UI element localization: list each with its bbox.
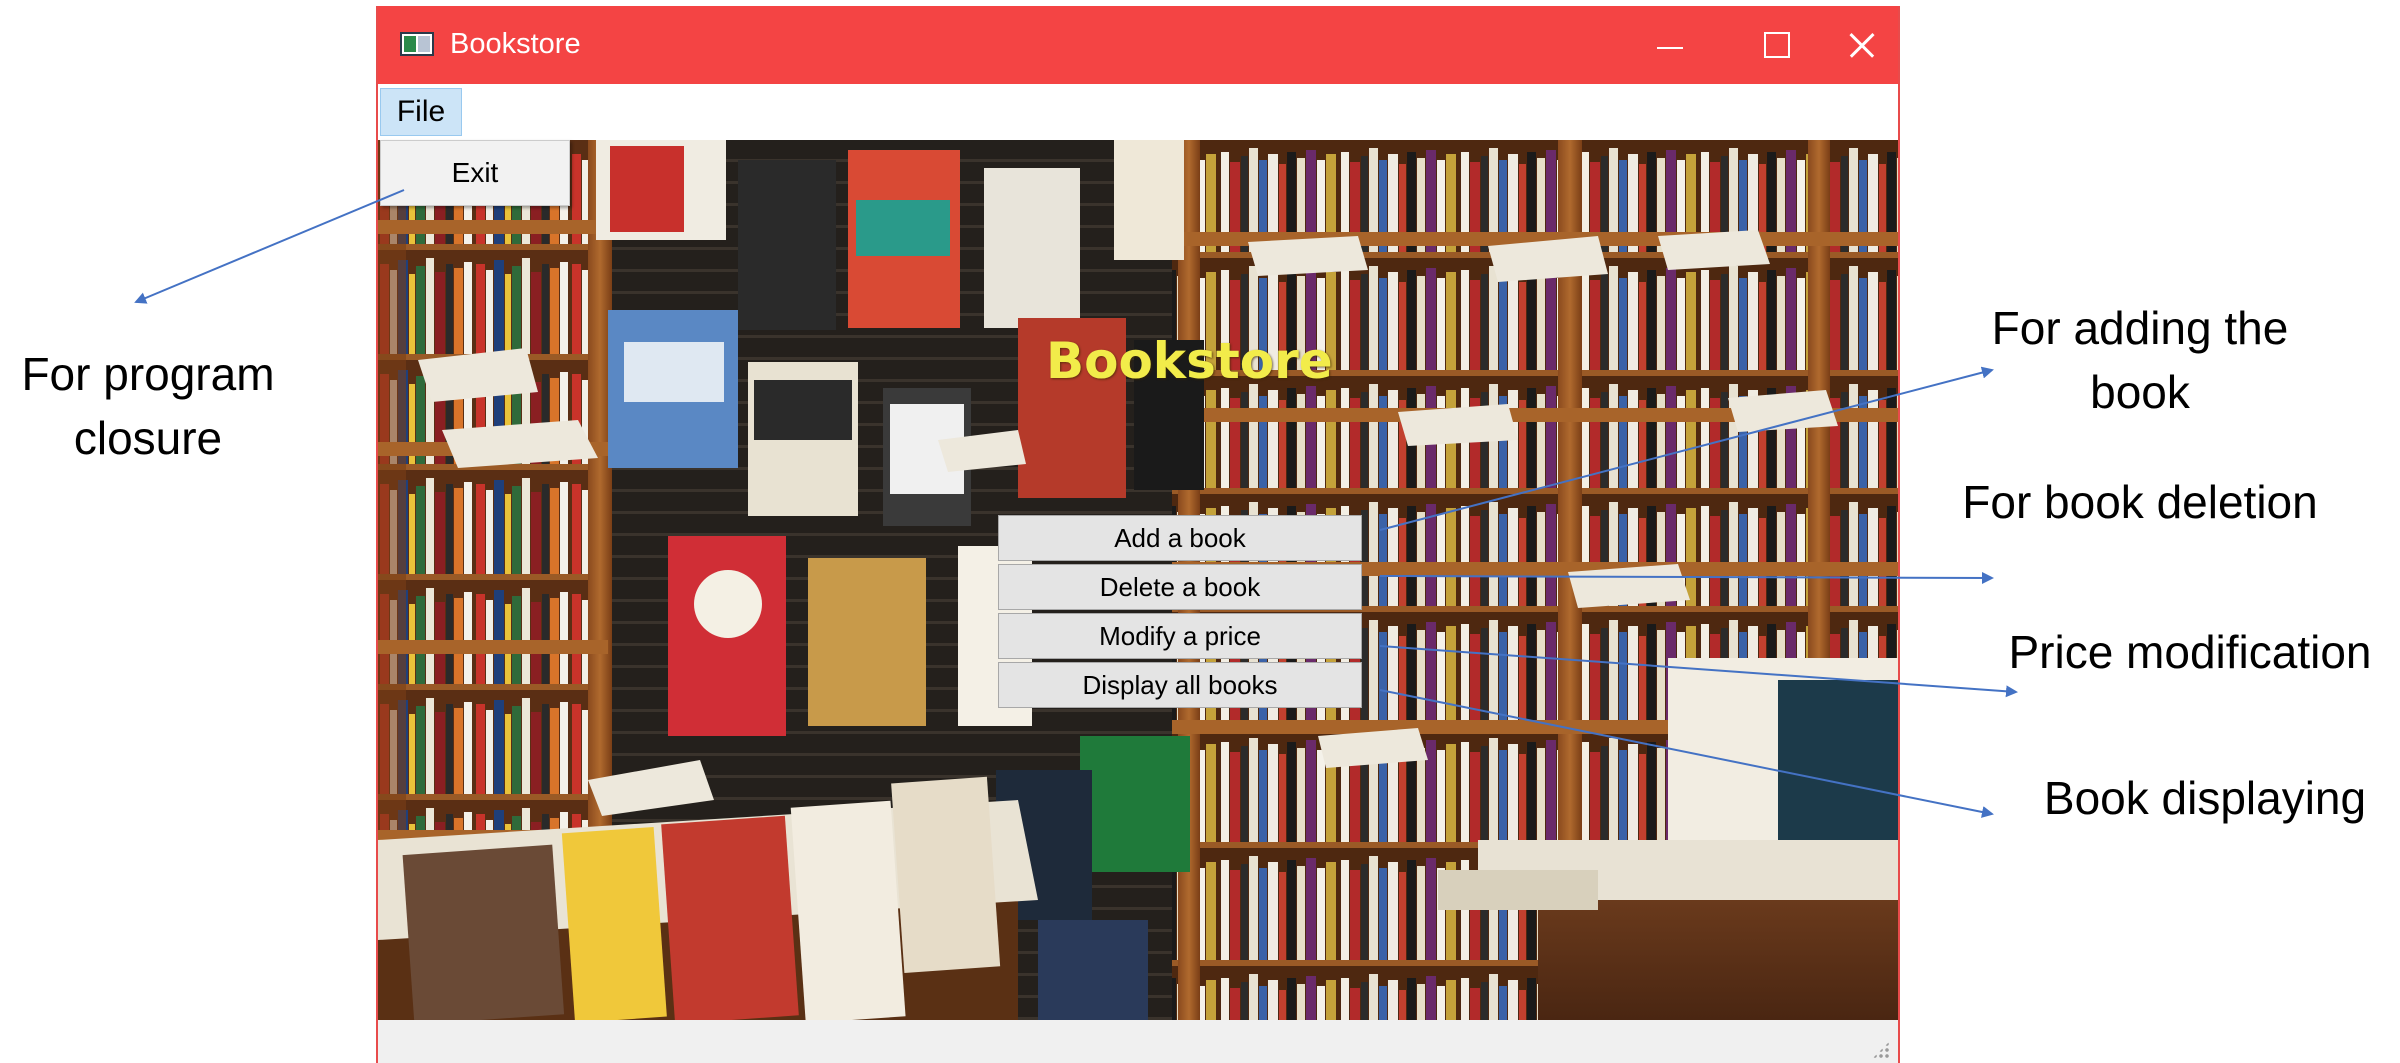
- callout-book-deletion: For book deletion: [1962, 476, 2318, 528]
- resize-grip-icon[interactable]: [1872, 1041, 1890, 1059]
- close-button[interactable]: [1834, 6, 1898, 84]
- menu-bar: File: [378, 84, 1898, 140]
- annotated-screenshot: Bookstore File Exit Bookstore Add a book…: [0, 0, 2400, 1063]
- minimize-button[interactable]: [1614, 6, 1724, 84]
- bookstore-heading: Bookstore: [1046, 332, 1333, 390]
- add-book-button[interactable]: Add a book: [998, 515, 1362, 561]
- maximize-button[interactable]: [1724, 6, 1834, 84]
- callout-close-line-1: For program: [21, 348, 275, 400]
- menu-item-exit[interactable]: Exit: [381, 141, 569, 205]
- callout-program-closure: For program closure: [0, 342, 296, 470]
- menu-file[interactable]: File: [380, 88, 462, 136]
- callout-add-line-1: For adding the: [1991, 302, 2289, 354]
- display-all-books-button[interactable]: Display all books: [998, 662, 1362, 708]
- callout-adding-book: For adding the book: [1940, 296, 2340, 424]
- callout-price-modification: Price modification: [2008, 626, 2372, 678]
- app-icon: [400, 32, 434, 56]
- bookstore-window: Bookstore File Exit Bookstore Add a book…: [376, 6, 1900, 1063]
- callout-add-line-2: book: [2090, 366, 2190, 418]
- file-dropdown-menu: Exit: [380, 140, 570, 206]
- delete-book-button[interactable]: Delete a book: [998, 564, 1362, 610]
- window-title: Bookstore: [450, 28, 581, 60]
- callout-book-displaying: Book displaying: [2043, 772, 2367, 824]
- title-bar[interactable]: Bookstore: [378, 6, 1898, 84]
- callout-close-line-2: closure: [73, 412, 223, 464]
- status-bar: [378, 1020, 1898, 1063]
- arrow-to-closure-label: [134, 189, 405, 304]
- modify-price-button[interactable]: Modify a price: [998, 613, 1362, 659]
